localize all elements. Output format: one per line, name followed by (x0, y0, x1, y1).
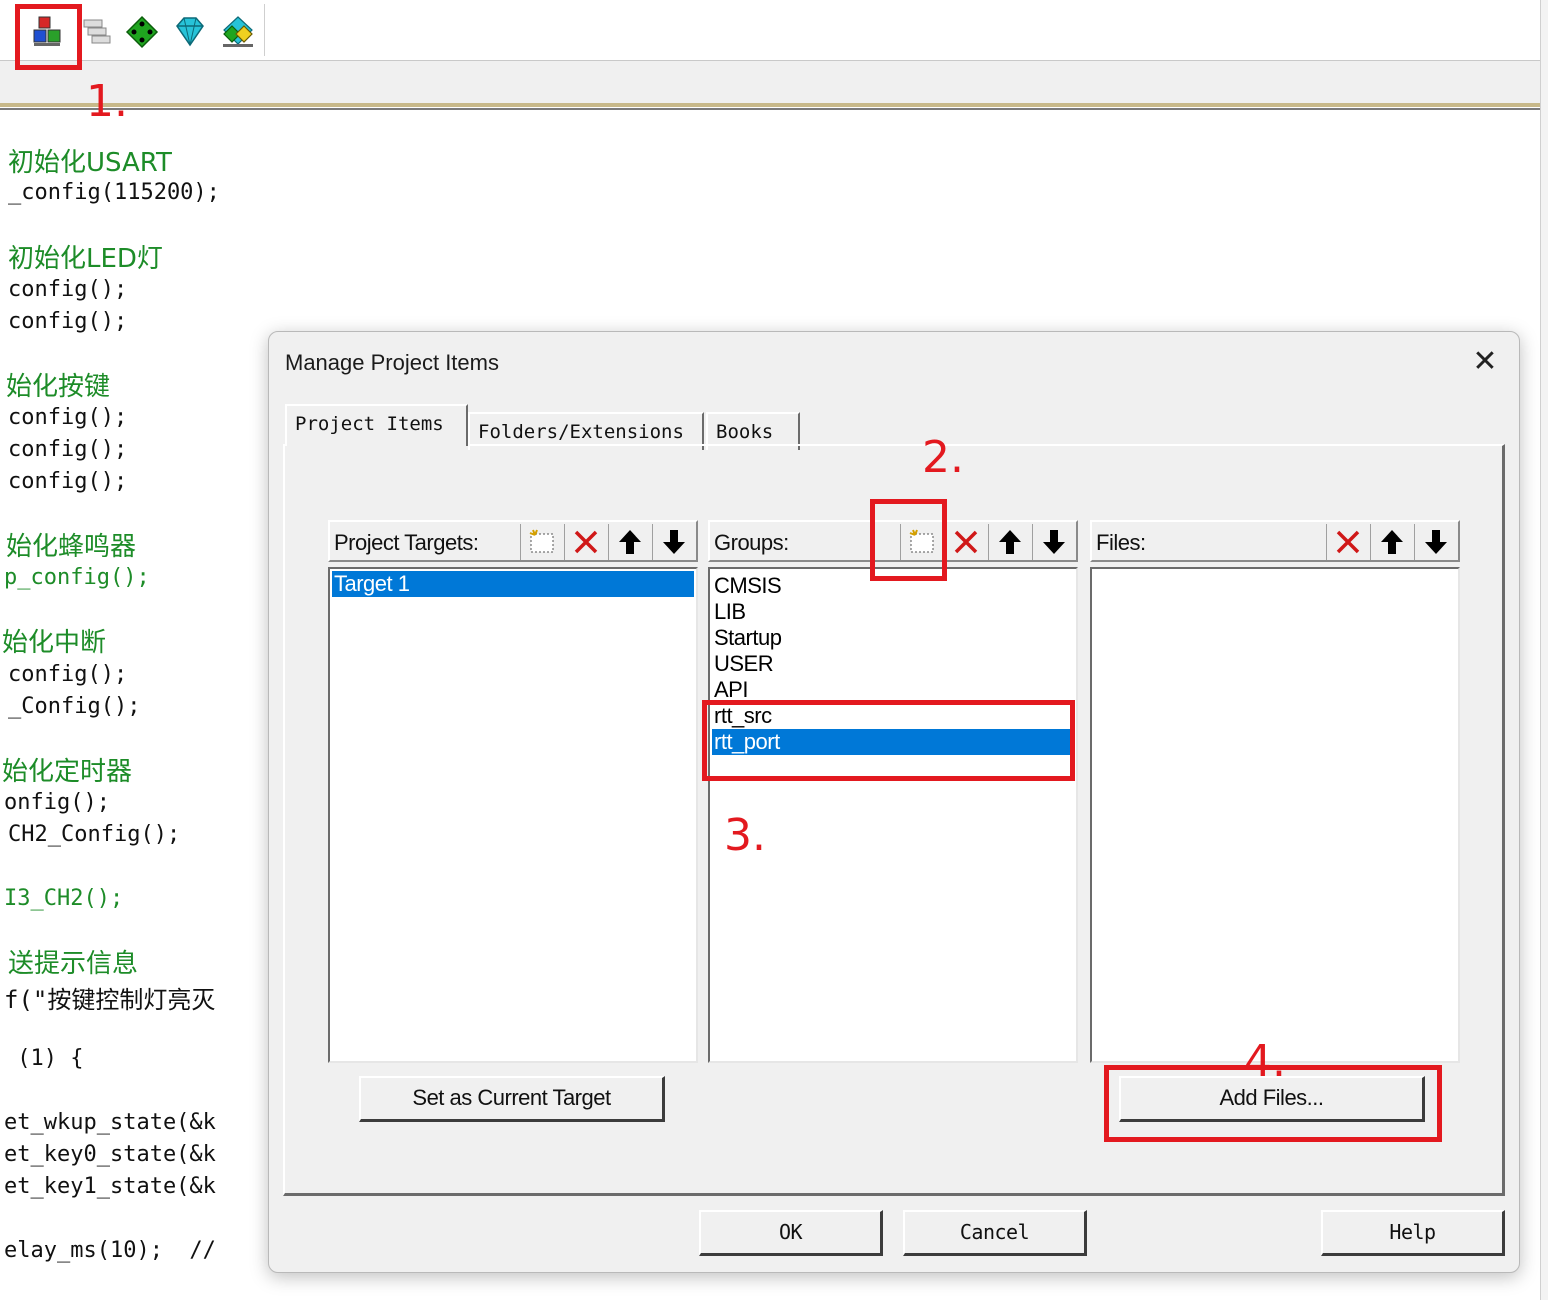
cancel-button[interactable]: Cancel (903, 1210, 1087, 1256)
toolbar-group (8, 4, 265, 56)
code-comment: 始化蜂鸣器 (6, 532, 137, 562)
code-comment: 始化定时器 (2, 757, 133, 787)
delete-file-icon[interactable] (1326, 524, 1368, 560)
divider (0, 103, 1548, 107)
groups-header: Groups: (708, 520, 1078, 562)
set-as-current-target-button[interactable]: Set as Current Target (359, 1076, 665, 1122)
move-up-icon[interactable] (988, 524, 1030, 560)
delete-target-icon[interactable] (564, 524, 606, 560)
code-line: f("按键控制灯亮灭 (4, 986, 216, 1014)
files-header: Files: (1090, 520, 1460, 562)
delete-group-icon[interactable] (944, 524, 986, 560)
editor-tab-strip (0, 61, 1548, 103)
code-line: elay_ms(10); // (4, 1238, 216, 1263)
manage-rte-icon[interactable] (172, 14, 208, 50)
code-line: _Config(); (8, 694, 141, 719)
code-line: _config(115200); (8, 180, 220, 205)
code-comment: 初始化LED灯 (8, 244, 163, 274)
code-comment: 始化按键 (6, 372, 111, 402)
pack-installer-icon[interactable] (220, 14, 256, 50)
annotation-label-3: 3. (724, 810, 766, 861)
list-item-group[interactable]: USER (712, 651, 1074, 677)
code-line: et_key0_state(&k (4, 1142, 216, 1167)
code-line: p_config(); (4, 565, 150, 590)
list-item-group[interactable]: LIB (712, 599, 1074, 625)
files-label: Files: (1096, 530, 1146, 555)
batch-build-icon[interactable] (78, 14, 114, 50)
move-up-icon[interactable] (1370, 524, 1412, 560)
editor-scrollbar[interactable] (1540, 0, 1548, 1300)
ok-button[interactable]: OK (699, 1210, 883, 1256)
code-line: et_wkup_state(&k (4, 1110, 216, 1135)
new-target-icon[interactable] (520, 524, 562, 560)
files-list[interactable] (1090, 567, 1460, 1063)
list-item-group-selected[interactable]: rtt_port (712, 729, 1074, 755)
annotation-label-4: 4. (1244, 1036, 1286, 1087)
tab-project-items[interactable]: Project Items (285, 404, 468, 446)
annotation-label-1: 1. (86, 76, 128, 127)
list-item-group[interactable]: Startup (712, 625, 1074, 651)
move-down-icon[interactable] (1032, 524, 1074, 560)
help-button[interactable]: Help (1321, 1210, 1505, 1256)
code-line: onfig(); (4, 790, 110, 815)
divider (0, 108, 1548, 110)
move-up-icon[interactable] (608, 524, 650, 560)
code-line: config(); (8, 469, 128, 494)
build-toolbar (0, 0, 1548, 61)
project-targets-label: Project Targets: (334, 530, 479, 555)
code-line: config(); (8, 277, 128, 302)
move-down-icon[interactable] (652, 524, 694, 560)
code-comment: 始化中断 (2, 628, 107, 658)
annotation-label-2: 2. (922, 432, 964, 483)
code-line: config(); (8, 437, 128, 462)
list-item-group[interactable]: rtt_src (712, 703, 1074, 729)
code-line: config(); (8, 662, 128, 687)
manage-project-items-dialog: Manage Project Items ✕ Project Items Fol… (268, 331, 1520, 1273)
code-comment: 送提示信息 (8, 949, 139, 979)
manage-project-items-icon[interactable] (30, 14, 66, 50)
list-item-group[interactable]: API (712, 677, 1074, 703)
new-group-icon[interactable] (900, 524, 942, 560)
close-icon[interactable]: ✕ (1465, 342, 1505, 382)
code-line: config(); (8, 405, 128, 430)
dialog-title: Manage Project Items (285, 350, 499, 375)
project-targets-list[interactable]: Target 1 (328, 567, 698, 1063)
project-targets-header: Project Targets: (328, 520, 698, 562)
list-item-target-1[interactable]: Target 1 (332, 571, 694, 597)
select-packs-icon[interactable] (124, 14, 160, 50)
code-line: (1) { (4, 1046, 84, 1071)
list-item-group[interactable]: CMSIS (712, 573, 1074, 599)
code-line: et_key1_state(&k (4, 1174, 216, 1199)
code-line: I3_CH2(); (4, 886, 124, 911)
code-line: CH2_Config(); (8, 822, 181, 847)
groups-label: Groups: (714, 530, 789, 555)
move-down-icon[interactable] (1414, 524, 1456, 560)
code-comment: 初始化USART (8, 148, 172, 178)
code-line: config(); (8, 309, 128, 334)
